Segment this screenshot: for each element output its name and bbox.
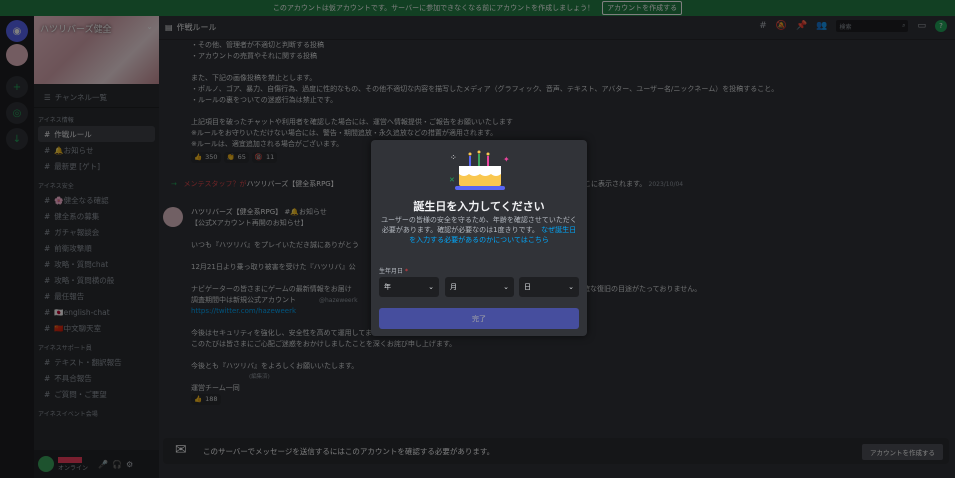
chevron-down-icon: ⌄	[428, 283, 434, 291]
month-select-value: 月	[450, 283, 457, 291]
birthday-cake-icon: ⁘ ✦ ✕	[449, 150, 510, 190]
modal-title: 誕生日を入力してください	[413, 200, 545, 213]
birthday-label-text: 生年月日	[379, 268, 404, 275]
svg-text:✦: ✦	[503, 155, 510, 164]
chevron-down-icon: ⌄	[503, 283, 509, 291]
svg-text:⁘: ⁘	[450, 153, 457, 162]
year-select[interactable]: 年 ⌄	[379, 277, 439, 297]
svg-text:✕: ✕	[449, 176, 455, 184]
birthday-modal: ⁘ ✦ ✕ 誕生日を入力してください ユーザーの皆様の安全を守るため、年齢を確認…	[371, 140, 587, 336]
chevron-down-icon: ⌄	[568, 283, 574, 291]
month-select[interactable]: 月 ⌄	[445, 277, 514, 297]
year-select-value: 年	[384, 283, 391, 291]
day-select-value: 日	[524, 283, 531, 291]
day-select[interactable]: 日 ⌄	[519, 277, 579, 297]
discord-app: このアカウントは仮アカウントです。サーバーに参加できなくなる前にアカウントを作成…	[0, 0, 955, 478]
done-button[interactable]: 完了	[379, 308, 579, 329]
birthday-label: 生年月日 *	[379, 266, 408, 275]
modal-description: ユーザーの皆様の安全を守るため、年齢を確認させていただく必要があります。確認が必…	[379, 215, 579, 245]
required-mark: *	[404, 268, 408, 275]
